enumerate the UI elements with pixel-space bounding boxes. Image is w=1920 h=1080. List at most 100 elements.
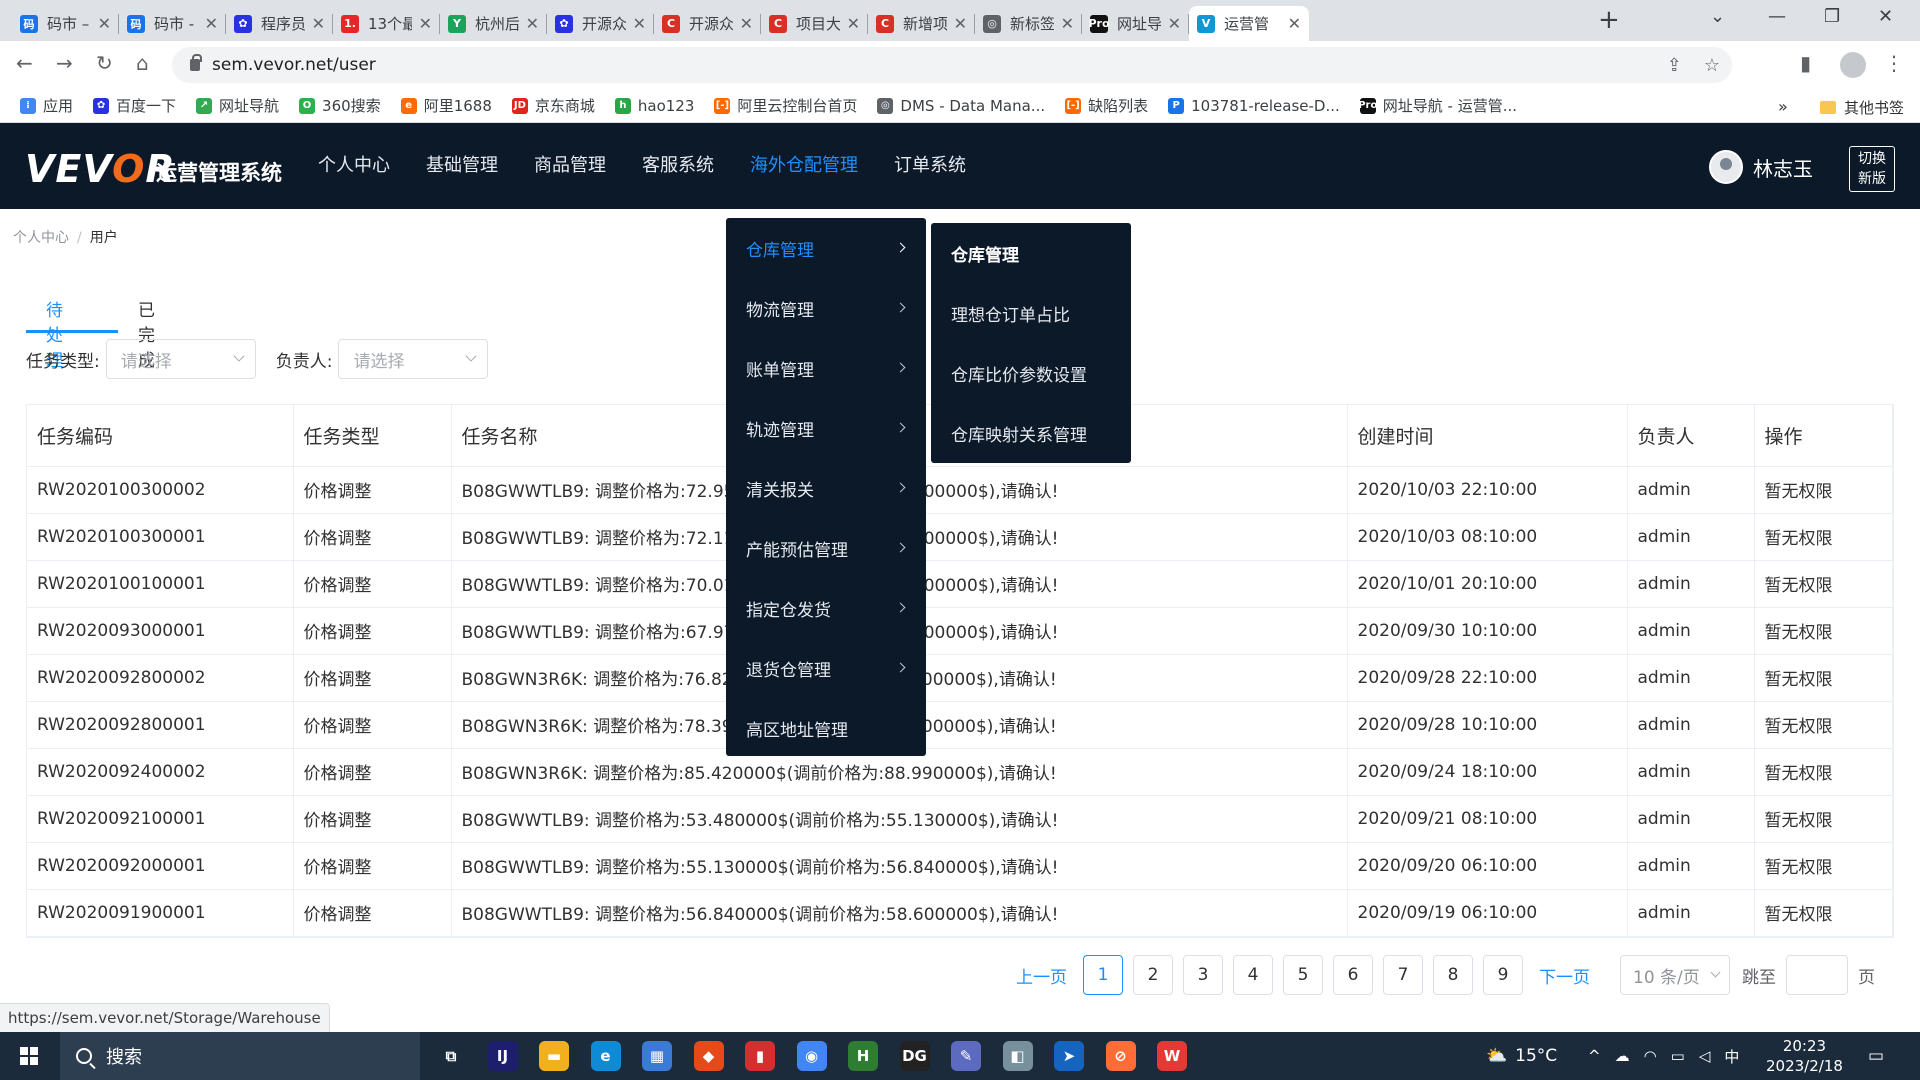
- table-row[interactable]: RW2020093000001价格调整B08GWWTLB9: 调整价格为:67.…: [27, 607, 1893, 655]
- browser-tab[interactable]: 码码市 – 云 ✕: [12, 6, 119, 41]
- submenu-item[interactable]: 仓库管理: [726, 218, 926, 278]
- close-icon[interactable]: ✕: [205, 14, 218, 33]
- close-icon[interactable]: ✕: [1288, 14, 1301, 33]
- close-icon[interactable]: ✕: [954, 14, 967, 33]
- url-omnibox[interactable]: sem.vevor.net/user ⇪ ☆: [172, 47, 1732, 83]
- submenu-leaf-item[interactable]: 仓库映射关系管理: [931, 403, 1131, 463]
- close-icon[interactable]: ✕: [419, 14, 432, 33]
- page-button[interactable]: 4: [1233, 955, 1273, 995]
- close-icon[interactable]: ✕: [98, 14, 111, 33]
- tab-search-icon[interactable]: ⌄: [1710, 6, 1725, 27]
- close-icon[interactable]: ✕: [312, 14, 325, 33]
- action-cell[interactable]: 暂无权限: [1754, 889, 1893, 937]
- submenu-item[interactable]: 高区地址管理: [726, 698, 926, 758]
- nav-item[interactable]: 商品管理: [516, 123, 624, 209]
- bookmark-item[interactable]: [-] 缺陷列表: [1065, 95, 1148, 116]
- bookmark-item[interactable]: Pro 网址导航 - 运营管...: [1358, 95, 1517, 116]
- bookmark-item[interactable]: ⁞ 应用: [20, 95, 73, 116]
- volume-icon[interactable]: ◁: [1699, 1047, 1711, 1065]
- bookmark-item[interactable]: h hao123: [614, 97, 694, 115]
- page-button[interactable]: 3: [1183, 955, 1223, 995]
- wps-icon[interactable]: W: [1157, 1041, 1187, 1071]
- nav-item[interactable]: 基础管理: [408, 123, 516, 209]
- nav-item[interactable]: 个人中心: [300, 123, 408, 209]
- page-button[interactable]: 5: [1283, 955, 1323, 995]
- page-button[interactable]: 8: [1433, 955, 1473, 995]
- jump-page-input[interactable]: [1786, 955, 1848, 995]
- edge-icon[interactable]: e: [590, 1041, 621, 1071]
- chrome-icon[interactable]: ◉: [796, 1041, 827, 1071]
- submenu-item[interactable]: 退货仓管理: [726, 638, 926, 698]
- wifi-icon[interactable]: ◠: [1644, 1047, 1657, 1065]
- submenu-item[interactable]: 清关报关: [726, 458, 926, 518]
- page-button[interactable]: 6: [1333, 955, 1373, 995]
- browser-tab[interactable]: C 项目大厅 ✕: [761, 6, 868, 41]
- table-row[interactable]: RW2020100100001价格调整B08GWWTLB9: 调整价格为:70.…: [27, 560, 1893, 608]
- close-icon[interactable]: ✕: [847, 14, 860, 33]
- bookmark-item[interactable]: e 阿里1688: [400, 95, 492, 116]
- store-icon[interactable]: ▦: [642, 1041, 672, 1071]
- close-window-button[interactable]: ✕: [1878, 6, 1893, 27]
- nav-item[interactable]: 订单系统: [876, 123, 984, 209]
- reload-icon[interactable]: ↻: [96, 51, 113, 75]
- hbuilder-icon[interactable]: H: [848, 1041, 878, 1071]
- postman-icon[interactable]: ⊘: [1105, 1041, 1136, 1071]
- windows-start-icon[interactable]: [20, 1047, 38, 1065]
- action-cell[interactable]: 暂无权限: [1754, 842, 1893, 890]
- other-bookmarks[interactable]: 其他书签: [1820, 97, 1904, 118]
- prev-page-link[interactable]: 上一页: [1016, 963, 1067, 988]
- browser-tab[interactable]: V 运营管理 ✕: [1189, 6, 1309, 41]
- table-row[interactable]: RW2020092400002 价格调整 B08GWN3R6K: 调整价格为:85.…: [27, 748, 1893, 796]
- bookmark-item[interactable]: ↗ 网址导航: [196, 95, 279, 116]
- notes-icon[interactable]: ✎: [951, 1041, 981, 1071]
- browser-tab[interactable]: Y 杭州后端 ✕: [440, 6, 547, 41]
- bookmark-item[interactable]: JD 京东商城: [511, 95, 595, 116]
- bookmarks-overflow[interactable]: »: [1778, 97, 1788, 116]
- table-row[interactable]: RW2020092000001 价格调整 B08GWWTLB9: 调整价格为:55.…: [27, 842, 1893, 890]
- browser-tab[interactable]: 1. 13个最佳 ✕: [333, 6, 440, 41]
- bookmark-item[interactable]: ✿ 百度一下: [93, 95, 176, 116]
- chevron-up-icon[interactable]: ^: [1588, 1047, 1601, 1065]
- git-icon[interactable]: ◆: [693, 1041, 724, 1071]
- bookmark-item[interactable]: ◎ DMS - Data Mana...: [877, 97, 1045, 115]
- close-icon[interactable]: ✕: [740, 14, 753, 33]
- taskbar-clock[interactable]: 20:23 2023/2/18: [1766, 1036, 1843, 1076]
- browser-tab[interactable]: C 开源众包 ✕: [654, 6, 761, 41]
- submenu-item[interactable]: 产能预估管理: [726, 518, 926, 578]
- back-icon[interactable]: ←: [16, 51, 33, 75]
- forward-icon[interactable]: →: [56, 51, 73, 75]
- home-icon[interactable]: ⌂: [136, 51, 149, 75]
- bookmark-item[interactable]: O 360搜索: [299, 95, 381, 116]
- feishu-icon[interactable]: ➤: [1054, 1041, 1084, 1071]
- url-text[interactable]: sem.vevor.net/user: [212, 55, 376, 75]
- owner-select[interactable]: 请选择: [338, 339, 489, 379]
- table-row[interactable]: RW2020100300001价格调整B08GWWTLB9: 调整价格为:72.…: [27, 513, 1893, 561]
- weather-widget[interactable]: ⛅ 15°C: [1486, 1032, 1557, 1080]
- bookmark-item[interactable]: [-] 阿里云控制台首页: [714, 95, 857, 116]
- notification-icon[interactable]: ▭: [1868, 1032, 1884, 1080]
- table-row[interactable]: RW2020092800002价格调整B08GWN3R6K: 调整价格为:76.…: [27, 654, 1893, 702]
- onedrive-icon[interactable]: ☁: [1615, 1047, 1630, 1065]
- datagrip-icon[interactable]: DG: [899, 1041, 930, 1071]
- task-view-icon[interactable]: ⧉: [436, 1041, 466, 1071]
- browser-tab[interactable]: ◎ 新标签页 ✕: [975, 6, 1082, 41]
- folder-icon[interactable]: ▬: [539, 1041, 569, 1071]
- bookmark-star-icon[interactable]: ☆: [1704, 55, 1720, 76]
- task-type-select[interactable]: 请选择: [105, 339, 256, 379]
- battery-icon[interactable]: ▭: [1671, 1047, 1685, 1065]
- submenu-leaf-item[interactable]: 仓库比价参数设置: [931, 343, 1131, 403]
- bookmark-item[interactable]: P 103781-release-D...: [1168, 97, 1340, 115]
- intellij-icon[interactable]: IJ: [487, 1041, 518, 1071]
- page-button[interactable]: 1: [1083, 955, 1123, 995]
- table-row[interactable]: RW2020092800001价格调整B08GWN3R6K: 调整价格为:78.…: [27, 701, 1893, 749]
- page-size-select[interactable]: 10 条/页: [1620, 955, 1730, 995]
- browser-tab[interactable]: 码码市 - 项 ✕: [119, 6, 226, 41]
- glass-icon[interactable]: ◧: [1002, 1041, 1033, 1071]
- action-cell[interactable]: 暂无权限: [1754, 560, 1893, 608]
- minimize-button[interactable]: —: [1768, 6, 1786, 27]
- nav-item[interactable]: 客服系统: [624, 123, 732, 209]
- submenu-item[interactable]: 物流管理: [726, 278, 926, 338]
- browser-tab[interactable]: Pro 网址导航 ✕: [1082, 6, 1189, 41]
- nav-item[interactable]: 海外仓配管理: [732, 123, 876, 209]
- action-cell[interactable]: 暂无权限: [1754, 607, 1893, 655]
